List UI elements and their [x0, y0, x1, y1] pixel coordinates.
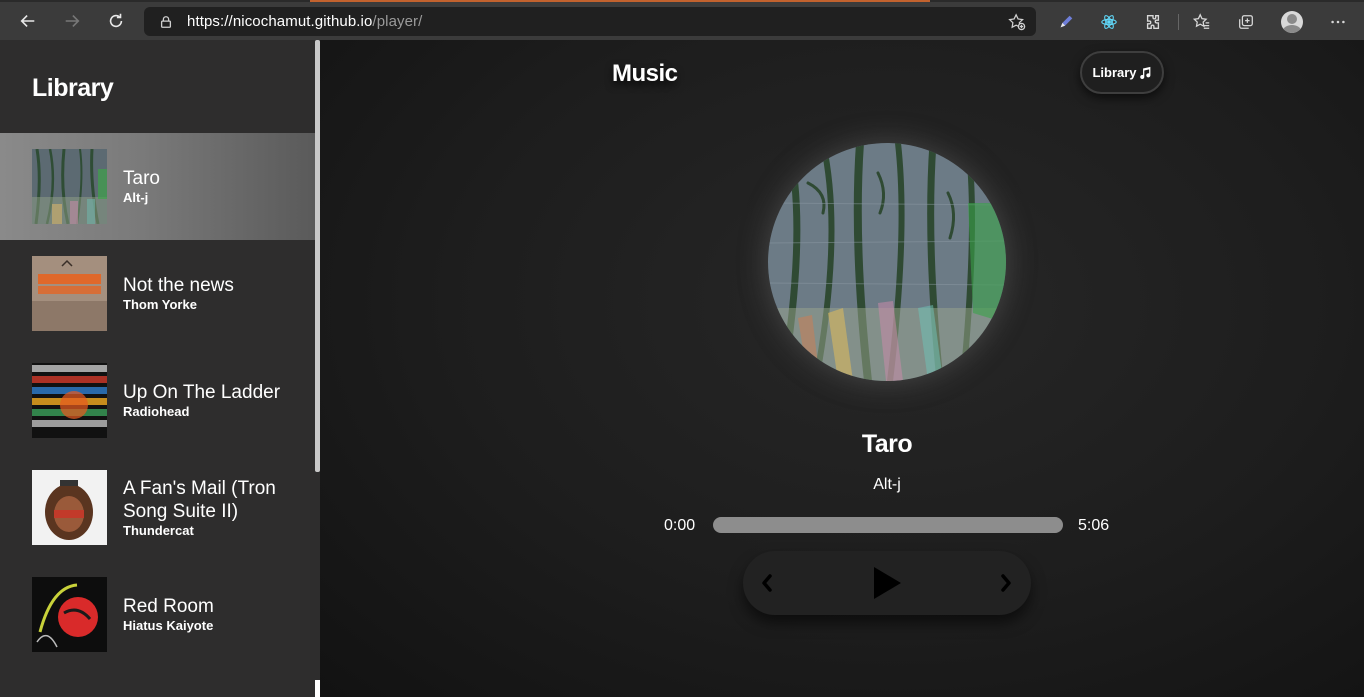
library-sidebar: Library Taro Alt-j Not the news Thom Yor…: [0, 40, 320, 697]
song-title: Up On The Ladder: [123, 382, 281, 403]
album-cover-up-on-the-ladder: [32, 363, 107, 438]
chevron-right-icon: [1001, 574, 1011, 592]
refresh-button[interactable]: [94, 2, 138, 40]
url-host: https://nicochamut.github.io: [187, 13, 373, 30]
library-button-label: Library: [1092, 65, 1137, 80]
song-item-taro[interactable]: Taro Alt-j: [0, 133, 315, 240]
total-time: 5:06: [1078, 517, 1110, 534]
current-time: 0:00: [664, 517, 696, 534]
page-title: Music: [612, 60, 678, 87]
extensions-button[interactable]: [1142, 11, 1164, 33]
song-artist: Thundercat: [123, 522, 194, 538]
forward-icon: [65, 15, 80, 27]
library-toggle-button[interactable]: Library: [1080, 51, 1164, 94]
song-item-up-on-the-ladder[interactable]: Up On The Ladder Radiohead: [0, 347, 315, 454]
song-artist: Alt-j: [123, 190, 149, 205]
toolbar-separator: [1178, 14, 1179, 30]
song-title: A Fan's Mail (Tron Song Suite II): [123, 477, 276, 522]
refresh-icon: [109, 13, 123, 28]
extensions-icon: [1146, 15, 1160, 29]
now-playing-title: Taro: [861, 430, 913, 458]
song-meta: Taro Alt-j: [123, 167, 308, 206]
song-meta: Not the news Thom Yorke: [123, 274, 308, 313]
album-cover-not-the-news: [32, 256, 107, 331]
player-main: Music Library Taro Alt-j 0:00 5:06: [320, 40, 1364, 697]
song-meta: Up On The Ladder Radiohead: [123, 381, 308, 420]
lock-icon: [160, 15, 172, 28]
play-icon: [874, 567, 901, 599]
song-meta: A Fan's Mail (Tron Song Suite II) Thunde…: [123, 477, 308, 539]
song-title: Red Room: [123, 596, 214, 617]
url-text: https://nicochamut.github.io/player/: [187, 13, 422, 30]
more-button[interactable]: [1327, 11, 1349, 33]
song-title: Taro: [123, 168, 160, 189]
album-art-disc: [768, 143, 1006, 381]
song-item-a-fans-mail[interactable]: A Fan's Mail (Tron Song Suite II) Thunde…: [0, 454, 315, 561]
react-extension-button[interactable]: [1098, 11, 1120, 33]
song-artist: Radiohead: [123, 404, 190, 419]
library-title: Library: [32, 74, 114, 102]
music-note-icon: [1139, 66, 1150, 79]
song-item-red-room[interactable]: Red Room Hiatus Kaiyote: [0, 561, 315, 668]
favorites-icon: [1193, 13, 1210, 29]
album-cover-taro: [32, 149, 107, 224]
song-title: Not the news: [123, 275, 234, 296]
playback-controls: [743, 551, 1031, 615]
album-cover-a-fans-mail: [32, 470, 107, 545]
previous-button[interactable]: [756, 551, 778, 615]
song-artist: Hiatus Kaiyote: [123, 618, 214, 633]
address-bar[interactable]: https://nicochamut.github.io/player/: [144, 7, 1036, 36]
browser-toolbar: https://nicochamut.github.io/player/: [0, 0, 1364, 40]
back-icon: [20, 15, 35, 27]
tab-accent: [310, 0, 930, 2]
pen-extension-button[interactable]: [1055, 11, 1077, 33]
album-cover-red-room: [32, 577, 107, 652]
url-path: /player/: [372, 13, 423, 30]
back-button[interactable]: [6, 2, 50, 40]
progress-bar[interactable]: [713, 517, 1063, 533]
song-artist: Thom Yorke: [123, 297, 197, 312]
more-icon: [1331, 20, 1345, 24]
add-favorite-icon[interactable]: [1008, 13, 1026, 31]
next-button[interactable]: [995, 551, 1017, 615]
favorites-button[interactable]: [1191, 11, 1213, 33]
profile-avatar[interactable]: [1281, 11, 1303, 33]
play-button[interactable]: [870, 551, 904, 615]
song-meta: Red Room Hiatus Kaiyote: [123, 595, 308, 634]
react-extension-icon: [1101, 15, 1117, 29]
forward-button[interactable]: [50, 2, 94, 40]
collections-icon: [1239, 15, 1253, 29]
collections-button[interactable]: [1235, 11, 1257, 33]
pen-extension-icon: [1060, 15, 1073, 28]
song-item-not-the-news[interactable]: Not the news Thom Yorke: [0, 240, 315, 347]
chevron-left-icon: [762, 574, 772, 592]
now-playing-artist: Alt-j: [873, 476, 901, 493]
